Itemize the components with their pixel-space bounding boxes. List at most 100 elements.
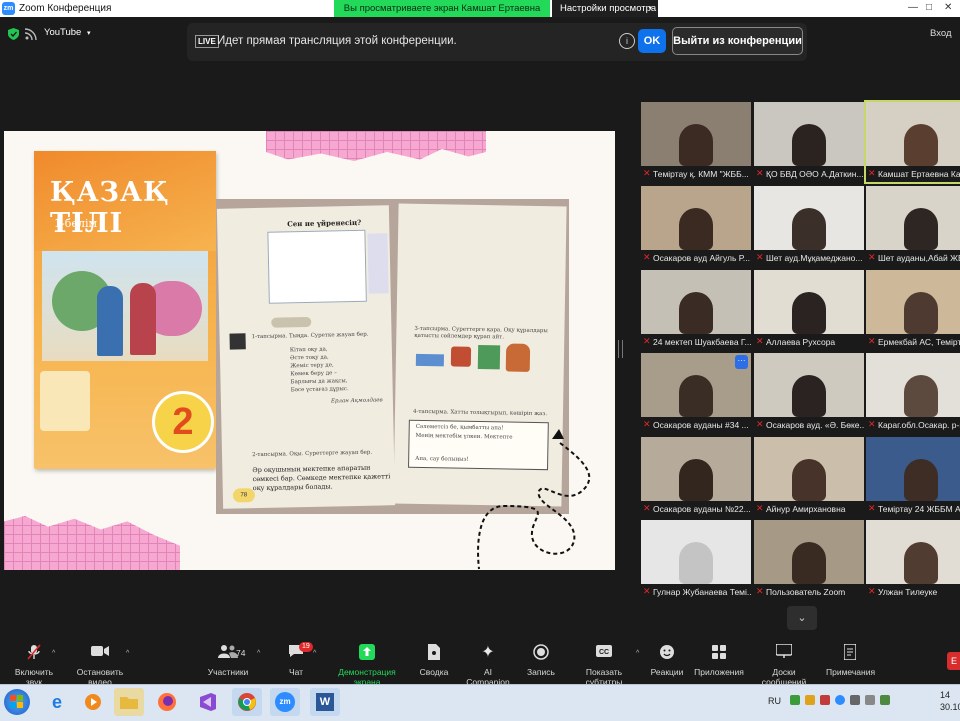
boy-figure [97, 286, 123, 356]
participant-tile[interactable]: Осакаров ауд Айгуль Р... ✕ [641, 186, 751, 266]
mic-muted-icon: ✕ [643, 252, 651, 262]
participant-tile[interactable]: Караг.обл.Осакар. р-н ✕ [866, 353, 960, 433]
zoom-taskbar-icon[interactable]: zm [270, 688, 300, 716]
participant-tile[interactable]: Гулнар Жубанаева Темі... ✕ [641, 520, 751, 600]
participant-tile[interactable]: Теміртау қ. КММ "ЖББ... ✕ [641, 102, 751, 182]
close-button[interactable]: ✕ [944, 2, 952, 13]
battery-icon[interactable] [880, 695, 890, 705]
chevron-up-icon[interactable]: ^ [636, 650, 639, 657]
clock[interactable]: 14 30.10 [940, 689, 960, 713]
captions-button[interactable]: CC Показать субтитры [568, 644, 640, 687]
screen-share-banner: Вы просматриваете экран Камшат Ертаевна … [334, 0, 550, 31]
chevron-up-icon[interactable]: ^ [257, 650, 260, 657]
chrome-icon[interactable] [232, 688, 262, 716]
tray-app-icon[interactable] [790, 695, 800, 705]
media-player-icon[interactable] [78, 688, 108, 716]
participant-name: Аллаева Рухсора [754, 334, 864, 350]
volume-icon[interactable] [865, 695, 875, 705]
chevron-up-icon[interactable]: ^ [126, 650, 129, 657]
girl-figure [130, 283, 156, 355]
visual-studio-icon[interactable] [192, 688, 222, 716]
mic-muted-icon: ✕ [756, 503, 764, 513]
mic-muted-icon: ✕ [643, 503, 651, 513]
reactions-button[interactable]: Реакции [650, 644, 684, 677]
live-badge: LIVE [195, 35, 219, 48]
meeting-toolbar: Включить звук ^ Остановить видео ^ Участ… [0, 638, 960, 687]
whiteboards-button[interactable]: Доски сообщений [750, 643, 818, 687]
participant-tile[interactable]: Айнур Амирхановна ✕ [754, 437, 864, 517]
system-tray [790, 695, 930, 709]
mic-muted-icon: ✕ [868, 586, 876, 596]
participant-name: Осакаров ауд. «Ә. Бөке... [754, 417, 864, 433]
chevron-up-icon[interactable]: ^ [313, 650, 316, 657]
notes-icon [826, 643, 874, 662]
participants-count: 74 [236, 648, 246, 658]
participant-name: 24 мектеп Шуакбаева Г... [641, 334, 751, 350]
participant-name: Гулнар Жубанаева Темі... [641, 584, 751, 600]
end-meeting-button[interactable]: E [947, 652, 960, 670]
participant-tile[interactable]: ҚО БВД ОӘО А.Даткин... ✕ [754, 102, 864, 182]
book-grade-number: 2 [152, 391, 214, 453]
summary-button[interactable]: Сводка [418, 644, 450, 677]
record-button[interactable]: Запись [526, 644, 556, 677]
info-icon[interactable]: i [619, 33, 635, 49]
view-options-label: Настройки просмотра [560, 3, 657, 14]
leave-meeting-button[interactable]: Выйти из конференции [672, 27, 803, 55]
share-screen-button[interactable]: Демонстрация экрана [326, 644, 408, 687]
view-options-button[interactable]: Настройки просмотра ▾ [552, 0, 658, 17]
file-explorer-icon[interactable] [114, 688, 144, 716]
apps-button[interactable]: Приложения [694, 644, 744, 677]
notes-button[interactable]: Примечания [826, 643, 875, 677]
tray-app-icon[interactable] [835, 695, 845, 705]
word-icon[interactable]: W [310, 688, 340, 716]
more-options-icon[interactable]: ··· [735, 355, 748, 369]
stop-video-button[interactable]: Остановить видео [66, 644, 134, 687]
ie-icon[interactable]: e [42, 688, 72, 716]
mic-muted-icon: ✕ [868, 168, 876, 178]
mic-muted-icon: ✕ [756, 168, 764, 178]
participant-name: Ермекбай АС, Теміртау [866, 334, 960, 350]
participant-tile[interactable]: Ермекбай АС, Теміртау✕ [866, 270, 960, 350]
stream-selector[interactable]: YouTube ▾ [44, 27, 91, 38]
chevron-up-icon[interactable]: ^ [52, 650, 55, 657]
panel-resize-handle[interactable] [618, 340, 623, 358]
participant-tile[interactable]: Осакаров ауданы №22... ✕ [641, 437, 751, 517]
participant-silhouette [792, 375, 826, 417]
language-indicator[interactable]: RU [768, 696, 781, 706]
participant-name: Камшат Ертаевна Карбаева [866, 166, 960, 182]
participant-tile[interactable]: Теміртау 24 ЖББМ Ал...✕ [866, 437, 960, 517]
participant-video [641, 437, 751, 501]
start-button[interactable] [4, 689, 30, 715]
shield-icon[interactable] [8, 28, 19, 43]
tray-app-icon[interactable] [805, 695, 815, 705]
participant-silhouette [679, 292, 713, 334]
minimize-button[interactable]: — [908, 2, 918, 13]
chevron-down-icon[interactable]: ⌄ [787, 606, 817, 630]
participants-label: Участники [207, 667, 249, 677]
participant-tile[interactable]: Шет ауд.Мұқамеджано... ✕ [754, 186, 864, 266]
broadcast-icon[interactable] [24, 28, 37, 43]
mic-muted-icon: ✕ [756, 336, 764, 346]
participant-tile[interactable]: Осакаров ауд. «Ә. Бөке... ✕ [754, 353, 864, 433]
ai-companion-button[interactable]: ✦ AI Companion [462, 644, 514, 687]
decor-grid-bottom [4, 516, 180, 570]
participant-tile[interactable]: Шет ауданы,Абай ЖББ✕ [866, 186, 960, 266]
captions-icon: CC [568, 644, 640, 662]
enter-button[interactable]: Вход [930, 28, 952, 39]
page-number-left: 78 [232, 488, 256, 503]
participant-tile[interactable]: Камшат Ертаевна Карбаева✕ [864, 100, 960, 184]
participant-video [866, 270, 960, 334]
network-icon[interactable] [850, 695, 860, 705]
maximize-button[interactable]: □ [926, 2, 932, 13]
chevron-down-icon: ▾ [648, 5, 652, 12]
participant-tile[interactable]: Улжан Тилеуке ✕ [866, 520, 960, 600]
ok-button[interactable]: OK [638, 29, 666, 53]
firefox-icon[interactable] [152, 688, 182, 716]
participant-tile[interactable]: Аллаева Рухсора ✕ [754, 270, 864, 350]
participant-tile[interactable]: Пользователь Zoom ✕ [754, 520, 864, 600]
bottom-text: Әр оқушының мектепке апаратын сөмкесі ба… [252, 463, 391, 493]
summary-label: Сводка [419, 667, 449, 677]
participant-tile[interactable]: 24 мектеп Шуакбаева Г... ✕ [641, 270, 751, 350]
tray-app-icon[interactable] [820, 695, 830, 705]
mic-muted-icon: ✕ [643, 168, 651, 178]
